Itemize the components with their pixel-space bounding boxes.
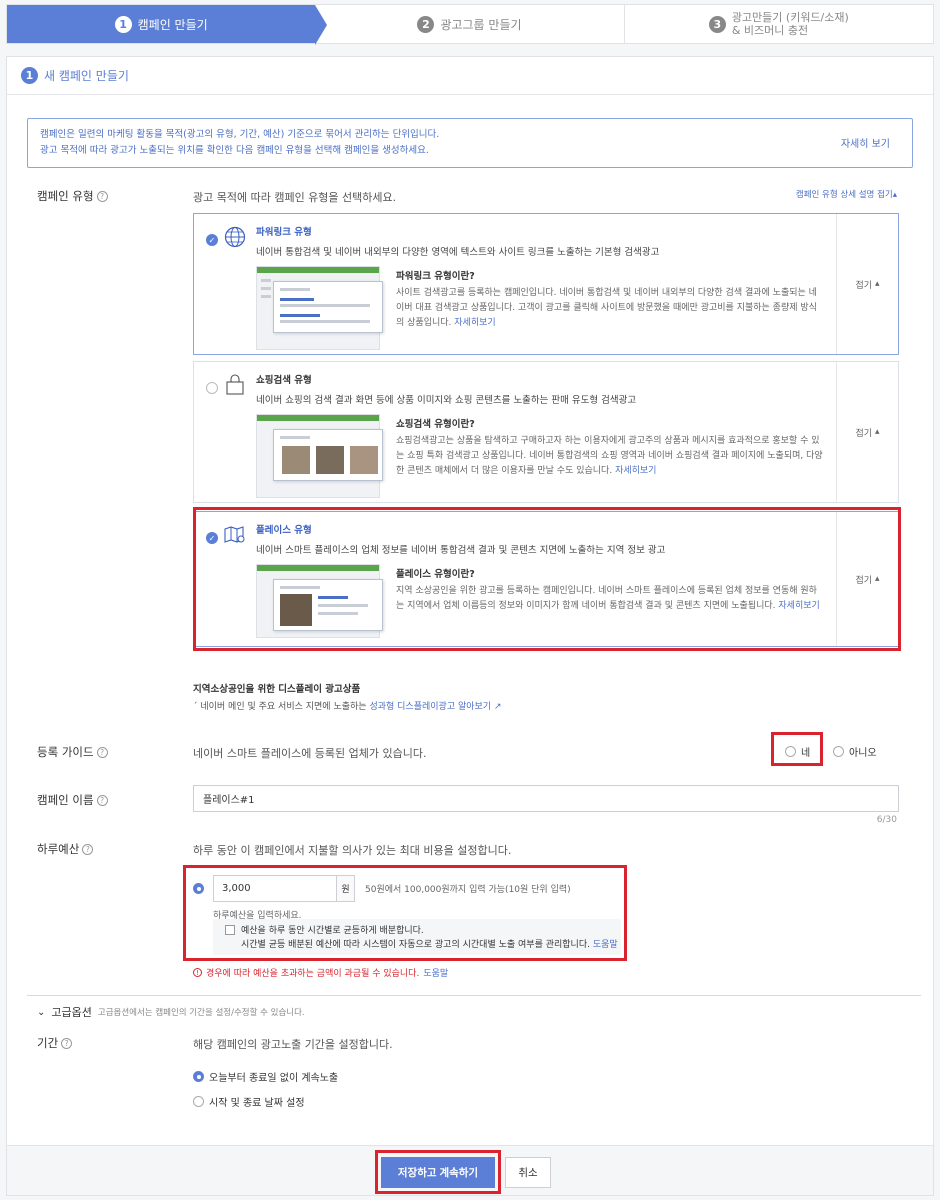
step-1: 1 캠페인 만들기 — [7, 5, 328, 45]
period-continuous-label: 오늘부터 종료일 없이 계속노출 — [209, 1073, 339, 1084]
powerlink-sub: 네이버 통합검색 및 네이버 내외부의 다양한 영역에 텍스트와 사이트 링크를… — [256, 247, 660, 258]
budget-label: 하루예산 ? — [37, 841, 94, 857]
divider — [27, 995, 921, 996]
highlight-place-card — [193, 507, 901, 651]
highlight-budget — [183, 865, 627, 961]
step-3-number: 3 — [708, 15, 726, 33]
step-2-label: 광고그룹 만들기 — [440, 17, 522, 32]
step-2-number: 2 — [417, 15, 435, 33]
step-1-label: 캠페인 만들기 — [137, 17, 208, 32]
step-3: 3 광고만들기 (키워드/소재) & 비즈머니 충전 — [625, 5, 933, 43]
period-option-continuous[interactable]: 오늘부터 종료일 없이 계속노출 — [193, 1069, 338, 1084]
powerlink-title: 파워링크 유형 — [256, 227, 312, 238]
powerlink-detail-text: 사이트 검색광고를 등록하는 캠페인입니다. 네이버 통합검색 및 네이버 내외… — [396, 286, 824, 331]
display-sub-text: ˊ 네이버 메인 및 주요 서비스 지면에 노출하는 — [193, 702, 370, 712]
period-continuous-radio[interactable] — [193, 1071, 204, 1082]
type-card-shopping[interactable]: 쇼핑검색 유형 네이버 쇼핑의 검색 결과 화면 등에 상품 이미지와 쇼핑 콘… — [193, 361, 899, 503]
shopping-detail-body: 쇼핑검색광고는 상품을 탐색하고 구매하고자 하는 이용자에게 광고주의 상품과… — [396, 436, 823, 476]
help-icon[interactable]: ? — [96, 794, 108, 806]
info-line-1: 캠페인은 일련의 마케팅 활동을 목적(광고의 유형, 기간, 예산) 기준으로… — [40, 129, 440, 140]
display-link[interactable]: 성과형 디스플레이광고 알아보기 — [369, 702, 491, 712]
fold-label: 접기 — [855, 428, 873, 439]
budget-warning-text: 경우에 따라 예산을 초과하는 금액이 과금될 수 있습니다. — [206, 969, 420, 979]
cancel-button[interactable]: 취소 — [505, 1157, 551, 1188]
campaign-name-counter: 6/30 — [876, 815, 897, 825]
guide-label-text: 등록 가이드 — [37, 745, 94, 759]
shopping-detail-text: 쇼핑검색광고는 상품을 탐색하고 구매하고자 하는 이용자에게 광고주의 상품과… — [396, 434, 824, 479]
advanced-options-toggle[interactable]: ⌄ 고급옵션 고급옵션에서는 캠페인의 기간을 설정/수정할 수 있습니다. — [37, 1004, 305, 1020]
step-3-label: 광고만들기 (키워드/소재) & 비즈머니 충전 — [732, 11, 849, 37]
campaign-name-label-text: 캠페인 이름 — [37, 793, 94, 807]
panel-step-number: 1 — [21, 67, 38, 84]
shopping-title: 쇼핑검색 유형 — [256, 375, 312, 386]
period-label-text: 기간 — [37, 1036, 59, 1050]
chevron-down-icon: ⌄ — [37, 1006, 46, 1018]
period-option-range[interactable]: 시작 및 종료 날짜 설정 — [193, 1094, 305, 1109]
powerlink-detail-title: 파워링크 유형이란? — [396, 271, 475, 282]
guide-no-option[interactable]: 아니오 — [833, 744, 877, 759]
period-label: 기간 ? — [37, 1035, 73, 1051]
help-icon[interactable]: ? — [96, 190, 108, 202]
campaign-name-input[interactable]: 플레이스#1 — [193, 785, 899, 812]
stepper: 1 캠페인 만들기 2 광고그룹 만들기 3 광고만들기 (키워드/소재) & … — [6, 4, 934, 45]
shopping-bag-icon — [226, 374, 244, 395]
shopping-fold-toggle[interactable]: 접기 ▴ — [836, 362, 898, 502]
powerlink-more-link[interactable]: 자세히보기 — [454, 318, 495, 328]
help-icon[interactable]: ? — [61, 1037, 73, 1049]
campaign-type-label-text: 캠페인 유형 — [37, 189, 94, 203]
budget-warning-help-link[interactable]: 도움말 — [423, 966, 448, 979]
budget-label-text: 하루예산 — [37, 842, 80, 856]
campaign-panel: 1 새 캠페인 만들기 캠페인은 일련의 마케팅 활동을 목적(광고의 유형, … — [6, 56, 934, 1196]
info-line-2: 광고 목적에 따라 광고가 노출되는 위치를 확인한 다음 캠페인 유형을 선택… — [40, 145, 429, 156]
guide-no-label: 아니오 — [849, 748, 877, 759]
powerlink-fold-toggle[interactable]: 접기 ▴ — [836, 214, 898, 354]
period-range-label: 시작 및 종료 날짜 설정 — [209, 1098, 305, 1109]
shopping-thumbnail — [256, 414, 383, 498]
powerlink-check-icon[interactable]: ✓ — [206, 234, 218, 246]
info-box: 캠페인은 일련의 마케팅 활동을 목적(광고의 유형, 기간, 예산) 기준으로… — [27, 118, 913, 168]
type-detail-toggle[interactable]: 캠페인 유형 상세 설명 접기▴ — [796, 188, 897, 200]
step-1-number: 1 — [114, 15, 132, 33]
advanced-sub: 고급옵션에서는 캠페인의 기간을 설정/수정할 수 있습니다. — [97, 1008, 305, 1018]
shopping-detail-title: 쇼핑검색 유형이란? — [396, 419, 475, 430]
advanced-title: 고급옵션 — [51, 1006, 92, 1019]
shopping-more-link[interactable]: 자세히보기 — [615, 466, 656, 476]
display-sub: ˊ 네이버 메인 및 주요 서비스 지면에 노출하는 성과형 디스플레이광고 알… — [193, 699, 502, 712]
warning-icon: ! — [193, 968, 202, 977]
help-icon[interactable]: ? — [82, 843, 94, 855]
guide-label: 등록 가이드 ? — [37, 744, 108, 760]
help-icon[interactable]: ? — [96, 746, 108, 758]
shopping-sub: 네이버 쇼핑의 검색 결과 화면 등에 상품 이미지와 쇼핑 콘텐츠를 노출하는… — [256, 395, 637, 406]
external-link-icon[interactable]: ↗ — [494, 702, 502, 712]
campaign-name-label: 캠페인 이름 ? — [37, 792, 108, 808]
guide-no-radio[interactable] — [833, 746, 844, 757]
chevron-up-icon: ▴ — [875, 279, 880, 289]
campaign-type-desc: 광고 목적에 따라 캠페인 유형을 선택하세요. — [193, 191, 397, 204]
campaign-type-label: 캠페인 유형 ? — [37, 188, 108, 204]
powerlink-thumbnail — [256, 266, 383, 350]
fold-label: 접기 — [855, 280, 873, 291]
period-range-radio[interactable] — [193, 1096, 204, 1107]
shopping-radio[interactable] — [206, 382, 218, 394]
info-more-link[interactable]: 자세히 보기 — [841, 137, 890, 153]
highlight-yes-option — [771, 732, 823, 766]
step-3-label-line1: 광고만들기 (키워드/소재) — [731, 11, 849, 24]
chevron-up-icon: ▴ — [875, 427, 880, 437]
display-title: 지역소상공인을 위한 디스플레이 광고상품 — [193, 684, 361, 695]
step-3-label-line2: & 비즈머니 충전 — [731, 24, 809, 37]
type-card-powerlink[interactable]: ✓ 파워링크 유형 네이버 통합검색 및 네이버 내외부의 다양한 영역에 텍스… — [193, 213, 899, 355]
panel-title: 새 캠페인 만들기 — [44, 69, 129, 83]
budget-warning: ! 경우에 따라 예산을 초과하는 금액이 과금될 수 있습니다. 도움말 — [193, 966, 448, 979]
action-bar: 저장하고 계속하기 취소 — [7, 1145, 933, 1195]
guide-desc: 네이버 스마트 플레이스에 등록된 업체가 있습니다. — [193, 747, 427, 760]
highlight-save-button — [375, 1150, 501, 1194]
step-2: 2 광고그룹 만들기 — [315, 5, 625, 43]
budget-desc: 하루 동안 이 캠페인에서 지불할 의사가 있는 최대 비용을 설정합니다. — [193, 844, 512, 857]
panel-header: 1 새 캠페인 만들기 — [7, 57, 933, 95]
globe-icon — [224, 226, 246, 248]
period-desc: 해당 캠페인의 광고노출 기간을 설정합니다. — [193, 1038, 393, 1051]
